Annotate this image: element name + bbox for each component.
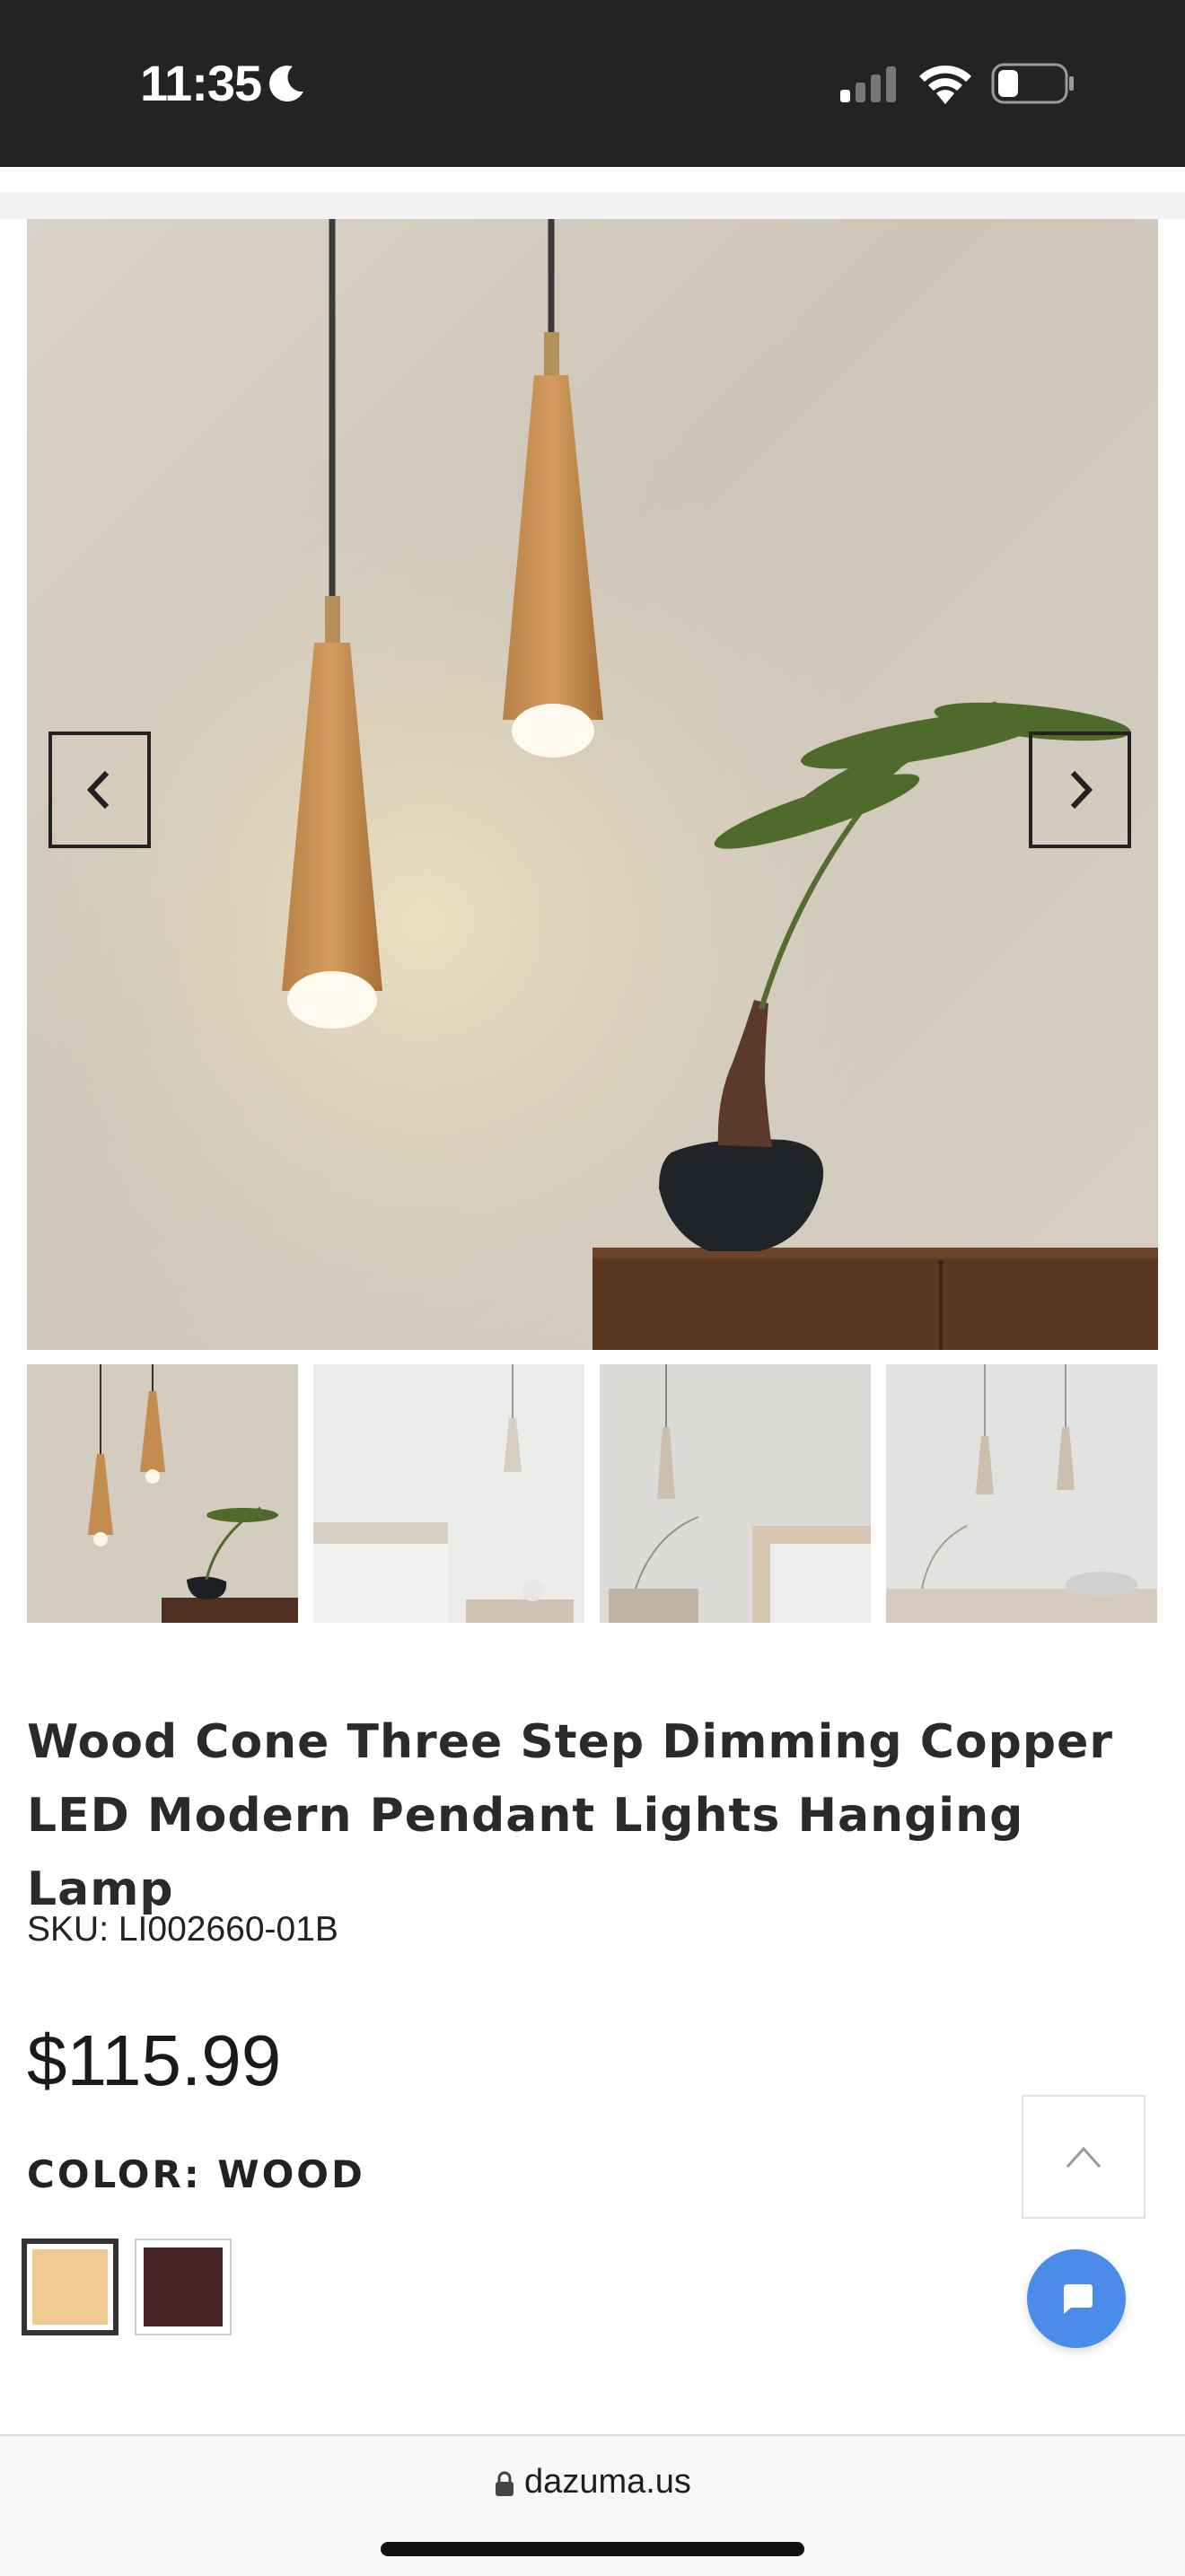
- chat-icon: [1064, 2284, 1093, 2314]
- wifi-icon: [919, 65, 971, 104]
- product-main-image[interactable]: [27, 219, 1158, 1350]
- chevron-left-icon: [86, 770, 110, 810]
- thumbnail-2[interactable]: [313, 1364, 584, 1623]
- previous-image-button[interactable]: [48, 732, 151, 848]
- thumbnail-1[interactable]: [27, 1364, 298, 1623]
- swatch-dark-brown[interactable]: [135, 2239, 232, 2335]
- back-to-top-button[interactable]: [1022, 2095, 1146, 2219]
- moon-icon: [269, 66, 303, 102]
- chevron-right-icon: [1070, 770, 1093, 810]
- swatch-wood-fill: [32, 2249, 108, 2325]
- address-bar[interactable]: dazuma.us: [0, 2463, 1185, 2502]
- thumbnail-3[interactable]: [600, 1364, 871, 1623]
- product-title: Wood Cone Three Step Dimming Copper LED …: [27, 1715, 1114, 1916]
- breadcrumb-clipped: · · · · · · · · · · · · · · · · · · · ·: [0, 167, 1185, 192]
- swatch-dark-brown-fill: [144, 2247, 223, 2326]
- thumbnail-4[interactable]: [886, 1364, 1157, 1623]
- status-time: 11:35: [140, 55, 262, 111]
- browser-bottom-bar: dazuma.us: [0, 2434, 1185, 2576]
- page-band: [0, 192, 1185, 219]
- url-text: dazuma.us: [524, 2463, 691, 2501]
- lock-icon: [496, 2471, 514, 2496]
- battery-icon: [991, 63, 1074, 104]
- status-bar: 11:35: [0, 0, 1185, 167]
- product-sku: SKU: LI002660-01B: [27, 1910, 338, 1949]
- thumbnail-strip: [27, 1364, 1158, 1623]
- chat-button[interactable]: [1027, 2249, 1126, 2348]
- next-image-button[interactable]: [1029, 732, 1131, 848]
- chevron-up-icon: [1066, 2146, 1102, 2169]
- cellular-signal-icon: [840, 66, 896, 102]
- swatch-wood[interactable]: [22, 2239, 118, 2335]
- product-price: $115.99: [27, 2020, 282, 2100]
- home-indicator[interactable]: [381, 2542, 804, 2556]
- color-label: COLOR: WOOD: [27, 2152, 365, 2196]
- pendant-lamp-photo: [27, 219, 1158, 1350]
